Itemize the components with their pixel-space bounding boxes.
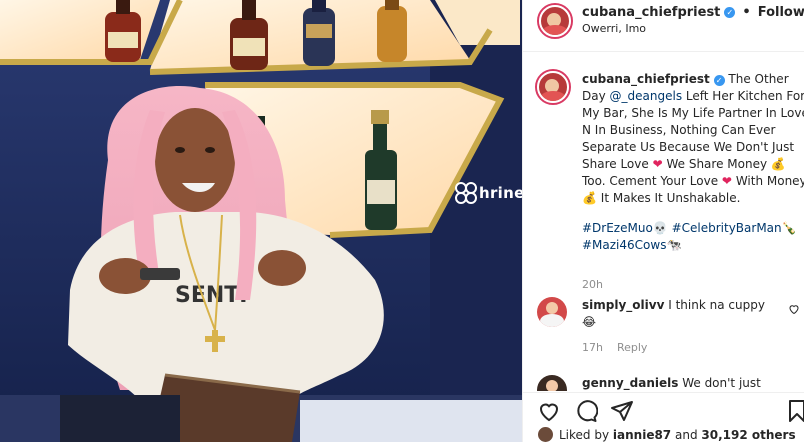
commenter-avatar[interactable]	[537, 375, 567, 391]
like-heart-icon[interactable]	[537, 399, 561, 423]
post-side-panel: cubana_chiefpriest ✓ • Following Owerri,…	[522, 0, 804, 442]
comment-body: I think na cuppy	[668, 298, 765, 312]
caption-text: cubana_chiefpriest ✓ The Other Day @_dea…	[582, 71, 804, 254]
commenter-username[interactable]: genny_daniels	[582, 376, 678, 390]
caption-timestamp[interactable]: 20h	[582, 278, 603, 291]
caption-username[interactable]: cubana_chiefpriest	[582, 72, 710, 86]
post-location[interactable]: Owerri, Imo	[582, 22, 646, 35]
caption-part-5: With Money	[735, 174, 804, 188]
heart-emoji-icon-2: ❤	[721, 174, 732, 188]
save-bookmark-icon[interactable]	[785, 399, 804, 423]
author-username[interactable]: cubana_chiefpriest	[582, 5, 720, 20]
author-row: cubana_chiefpriest ✓ • Following	[582, 5, 804, 20]
post-header: cubana_chiefpriest ✓ • Following Owerri,…	[523, 0, 804, 52]
comment-timestamp[interactable]: 17h	[582, 341, 603, 354]
photo-illustration: SENTI	[0, 0, 522, 442]
hashtag-mazi46cows[interactable]: #Mazi46Cows	[582, 238, 666, 252]
verified-badge-icon: ✓	[724, 7, 736, 18]
watermark-text: hrine	[479, 184, 522, 202]
hashtags: #DrEzeMuo💀 #CelebrityBarMan🍾 #Mazi46Cows…	[582, 220, 804, 254]
caption-verified-badge-icon: ✓	[713, 75, 725, 86]
liker-username[interactable]: iannie87	[613, 428, 671, 442]
comment-text: genny_daniels We don't just	[582, 375, 782, 391]
comment-bubble-icon[interactable]	[574, 399, 598, 423]
bottle-emoji-icon: 🍾	[781, 221, 797, 235]
comments-scroll-area[interactable]: cubana_chiefpriest ✓ The Other Day @_dea…	[523, 53, 804, 391]
commenter-avatar[interactable]	[537, 297, 567, 327]
comment-meta: 17h Reply	[582, 341, 647, 354]
money-bag-emoji-icon: 💰	[770, 157, 786, 171]
liker-avatar[interactable]	[538, 427, 553, 442]
likes-others-count[interactable]: 30,192 others	[701, 428, 795, 442]
follow-status-button[interactable]: Following	[758, 5, 804, 20]
likes-summary: Liked by iannie87 and 30,192 others	[538, 427, 796, 442]
skull-emoji-icon: 💀	[652, 221, 668, 235]
comment-text: simply_olivv I think na cuppy 😂	[582, 297, 782, 331]
comment-like-heart-icon[interactable]	[788, 303, 800, 315]
commenter-username[interactable]: simply_olivv	[582, 298, 664, 312]
caption-part-3: We Share Money	[666, 157, 768, 171]
hashtag-celebritybarman[interactable]: #CelebrityBarMan	[672, 221, 782, 235]
caption-part-4: Too. Cement Your Love	[582, 174, 719, 188]
caption-avatar[interactable]	[535, 69, 571, 105]
caption-mention[interactable]: @_deangels	[610, 89, 683, 103]
caption-part-6: It Makes It Unshakable.	[600, 191, 741, 205]
action-bar	[523, 392, 804, 425]
post-photo[interactable]: SENTI hrine	[0, 0, 522, 442]
author-avatar[interactable]	[537, 3, 573, 39]
instagram-post-view: SENTI hrine cubana_chiefpriest ✓ • Follo…	[0, 0, 804, 442]
hashtag-drezemuo[interactable]: #DrEzeMuo	[582, 221, 653, 235]
separator-dot: •	[742, 5, 751, 20]
share-paper-plane-icon[interactable]	[610, 399, 634, 423]
cow-emoji-icon: 🐄	[666, 238, 682, 252]
comment-reply-button[interactable]: Reply	[617, 341, 647, 354]
laughing-emoji-icon: 😂	[582, 315, 597, 329]
likes-prefix: Liked by	[559, 427, 610, 442]
comment-body: We don't just	[682, 376, 761, 390]
heart-emoji-icon: ❤	[652, 157, 663, 171]
money-bag-emoji-icon-2: 💰	[582, 191, 597, 205]
watermark: hrine	[455, 182, 522, 204]
watermark-logo-icon	[455, 182, 477, 204]
likes-mid: and	[674, 427, 698, 442]
